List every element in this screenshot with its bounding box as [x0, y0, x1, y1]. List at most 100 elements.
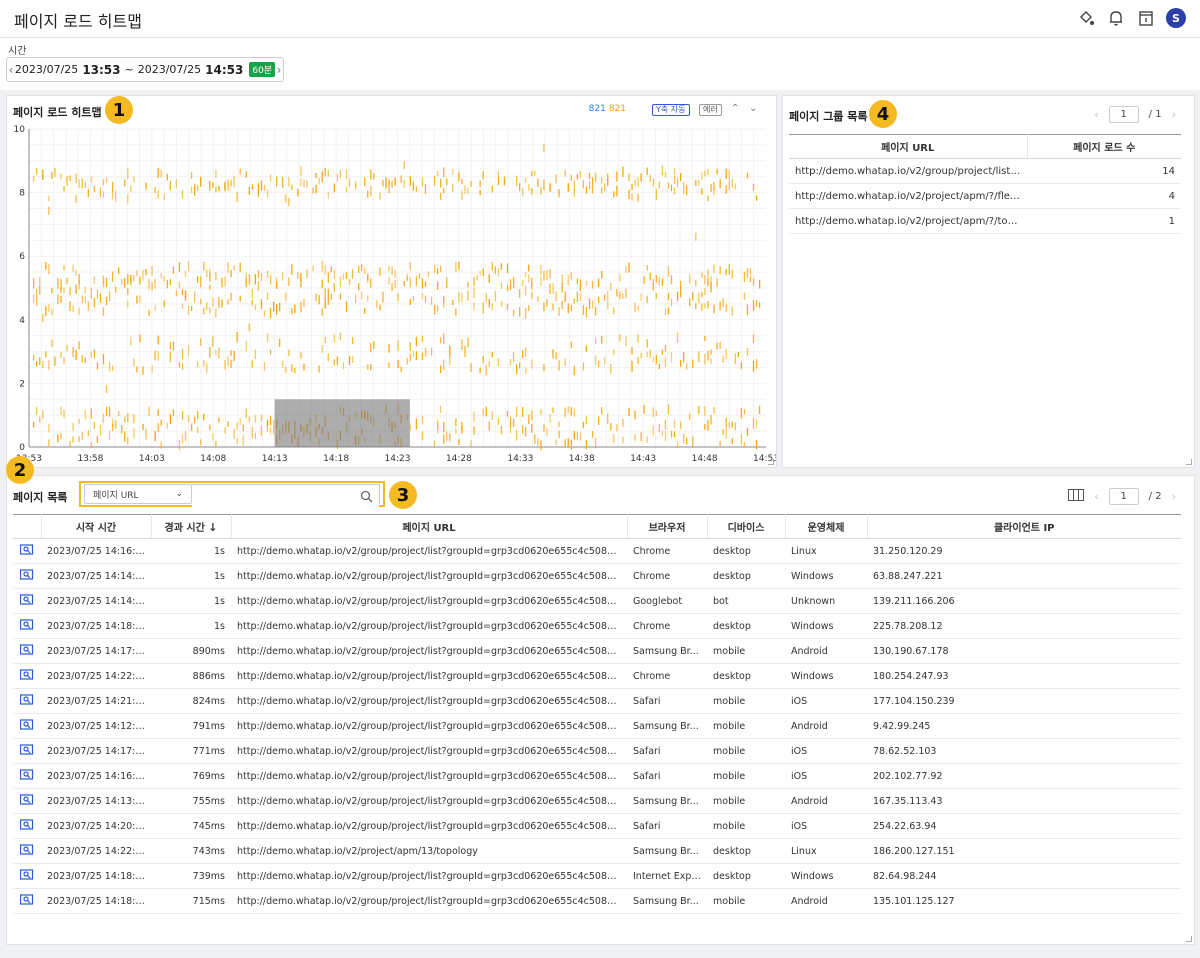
table-row[interactable]: 2023/07/25 14:16:21 769ms http://demo.what… — [13, 763, 1181, 789]
page-url[interactable]: http://demo.whatap.io/v2/group/project/l… — [231, 788, 627, 814]
next-page-icon[interactable]: › — [1172, 108, 1176, 121]
view-detail-icon[interactable] — [13, 763, 41, 789]
view-detail-icon[interactable] — [13, 663, 41, 689]
heat-cell — [121, 278, 123, 285]
time-next-button[interactable]: › — [275, 63, 283, 77]
prev-page-icon[interactable]: ‹ — [1094, 490, 1098, 503]
table-row[interactable]: 2023/07/25 14:16:37 1s http://demo.whatap.… — [13, 538, 1181, 564]
heat-cell — [491, 303, 493, 311]
group-url[interactable]: http://demo.whatap.io/v2/project/apm/?/t… — [789, 208, 1027, 234]
time-range-picker[interactable]: ‹ 2023/07/25 13:53 ~ 2023/07/25 14:53 60… — [6, 57, 284, 82]
chevron-down-icon[interactable]: ⌄ — [749, 103, 757, 114]
list-page-input[interactable]: 1 — [1108, 488, 1139, 505]
page-url[interactable]: http://demo.whatap.io/v2/group/project/l… — [231, 888, 627, 914]
time-range[interactable]: 2023/07/25 13:53 ~ 2023/07/25 14:53 60분 — [15, 62, 276, 77]
table-row[interactable]: 2023/07/25 14:18:42 739ms http://demo.what… — [13, 863, 1181, 889]
columns-icon[interactable] — [1068, 489, 1085, 504]
view-detail-icon[interactable] — [13, 563, 41, 589]
page-url[interactable]: http://demo.whatap.io/v2/group/project/l… — [231, 538, 627, 564]
y-axis-auto-toggle[interactable]: Y축 자동 — [652, 104, 690, 116]
col-load-count[interactable]: 페이지 로드 수 — [1027, 134, 1181, 159]
resize-handle[interactable] — [768, 459, 774, 465]
group-url[interactable]: http://demo.whatap.io/v2/group/project/l… — [789, 158, 1027, 184]
search-field-select[interactable]: 페이지 URL ⌄ — [84, 484, 192, 504]
table-row[interactable]: 2023/07/25 14:18:07 715ms http://demo.what… — [13, 888, 1181, 914]
heat-cell — [111, 190, 114, 200]
view-detail-icon[interactable] — [13, 888, 41, 914]
heat-cell — [667, 266, 670, 277]
view-detail-icon[interactable] — [13, 863, 41, 889]
heat-cell — [345, 272, 348, 279]
col-client-ip[interactable]: 클라이언트 IP — [867, 514, 1181, 539]
table-row[interactable]: 2023/07/25 14:21:53 824ms http://demo.what… — [13, 688, 1181, 714]
page-url[interactable]: http://demo.whatap.io/v2/group/project/l… — [231, 688, 627, 714]
paint-bucket-icon[interactable] — [1076, 8, 1096, 28]
page-url[interactable]: http://demo.whatap.io/v2/group/project/l… — [231, 863, 627, 889]
col-page-url[interactable]: 페이지 URL — [789, 134, 1028, 159]
col-browser[interactable]: 브라우저 — [627, 514, 708, 539]
page-url[interactable]: http://demo.whatap.io/v2/group/project/l… — [231, 738, 627, 764]
heat-cell — [673, 167, 676, 176]
avatar[interactable]: S — [1166, 8, 1186, 28]
table-row[interactable]: 2023/07/25 14:12:42 791ms http://demo.what… — [13, 713, 1181, 739]
heat-cell — [200, 276, 202, 288]
col-elapsed[interactable]: 경과 시간 ↓ — [151, 514, 232, 539]
resize-handle[interactable] — [1186, 936, 1192, 942]
page-url[interactable]: http://demo.whatap.io/v2/group/project/l… — [231, 713, 627, 739]
table-row[interactable]: 2023/07/25 14:14:36 1s http://demo.whatap.… — [13, 588, 1181, 614]
time-prev-button[interactable]: ‹ — [7, 63, 15, 77]
view-detail-icon[interactable] — [13, 688, 41, 714]
group-url[interactable]: http://demo.whatap.io/v2/project/apm/?/f… — [789, 183, 1027, 209]
page-url[interactable]: http://demo.whatap.io/v2/group/project/l… — [231, 813, 627, 839]
table-row[interactable]: 2023/07/25 14:18:23 1s http://demo.whatap.… — [13, 613, 1181, 639]
view-detail-icon[interactable] — [13, 638, 41, 664]
page-url[interactable]: http://demo.whatap.io/v2/group/project/l… — [231, 588, 627, 614]
table-row[interactable]: 2023/07/25 14:22:43 886ms http://demo.what… — [13, 663, 1181, 689]
view-detail-icon[interactable] — [13, 838, 41, 864]
view-detail-icon[interactable] — [13, 738, 41, 764]
table-row[interactable]: 2023/07/25 14:20:44 745ms http://demo.what… — [13, 813, 1181, 839]
group-row[interactable]: http://demo.whatap.io/v2/group/project/l… — [789, 158, 1181, 184]
chevron-up-icon[interactable]: ⌃ — [731, 103, 739, 114]
col-page-url[interactable]: 페이지 URL — [231, 514, 628, 539]
table-row[interactable]: 2023/07/25 14:13:48 755ms http://demo.what… — [13, 788, 1181, 814]
view-detail-icon[interactable] — [13, 813, 41, 839]
page-url[interactable]: http://demo.whatap.io/v2/group/project/l… — [231, 613, 627, 639]
col-os[interactable]: 운영체제 — [785, 514, 868, 539]
view-detail-icon[interactable] — [13, 788, 41, 814]
page-url[interactable]: http://demo.whatap.io/v2/group/project/l… — [231, 663, 627, 689]
prev-page-icon[interactable]: ‹ — [1094, 108, 1098, 121]
heatmap-chart[interactable]: 024681013:5313:5814:0314:0814:1314:1814:… — [7, 121, 776, 467]
next-page-icon[interactable]: › — [1172, 490, 1176, 503]
resize-handle[interactable] — [1186, 459, 1192, 465]
bell-icon[interactable] — [1106, 8, 1126, 28]
group-row[interactable]: http://demo.whatap.io/v2/project/apm/?/t… — [789, 208, 1181, 234]
search-icon[interactable] — [360, 488, 373, 507]
page-url[interactable]: http://demo.whatap.io/v2/project/apm/13/… — [231, 838, 627, 864]
search-input[interactable] — [192, 488, 379, 507]
group-row[interactable]: http://demo.whatap.io/v2/project/apm/?/f… — [789, 183, 1181, 209]
table-row[interactable]: 2023/07/25 14:22:49 743ms http://demo.what… — [13, 838, 1181, 864]
col-start-time[interactable]: 시작 시간 — [41, 514, 152, 539]
table-row[interactable]: 2023/07/25 14:14:03 1s http://demo.whatap.… — [13, 563, 1181, 589]
group-page-input[interactable]: 1 — [1108, 106, 1139, 123]
page-url[interactable]: http://demo.whatap.io/v2/group/project/l… — [231, 763, 627, 789]
error-toggle[interactable]: 에러 — [699, 104, 722, 116]
selection-box[interactable] — [274, 399, 410, 447]
heat-cell — [248, 186, 250, 195]
heat-cell — [564, 407, 566, 418]
view-detail-icon[interactable] — [13, 713, 41, 739]
heat-cell — [421, 335, 424, 342]
page-url[interactable]: http://demo.whatap.io/v2/group/project/l… — [231, 563, 627, 589]
heat-cell — [667, 292, 670, 301]
view-detail-icon[interactable] — [13, 538, 41, 564]
table-row[interactable]: 2023/07/25 14:17:14 890ms http://demo.what… — [13, 638, 1181, 664]
view-detail-icon[interactable] — [13, 588, 41, 614]
heat-cell — [124, 431, 126, 442]
heat-cell — [69, 301, 71, 311]
view-detail-icon[interactable] — [13, 613, 41, 639]
page-url[interactable]: http://demo.whatap.io/v2/group/project/l… — [231, 638, 627, 664]
col-device[interactable]: 디바이스 — [707, 514, 786, 539]
document-icon[interactable] — [1136, 8, 1156, 28]
table-row[interactable]: 2023/07/25 14:17:31 771ms http://demo.what… — [13, 738, 1181, 764]
